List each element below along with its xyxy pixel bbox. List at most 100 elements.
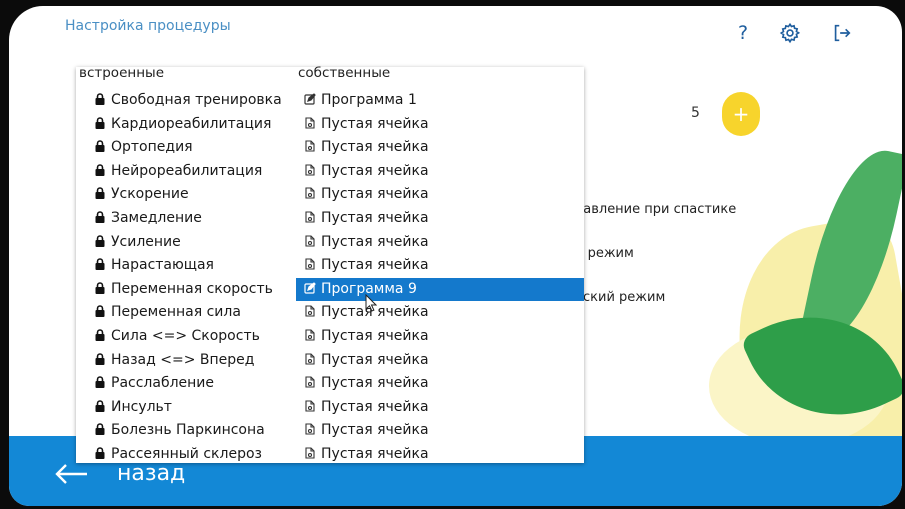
file-icon	[304, 164, 316, 176]
own-program-item[interactable]: Пустая ячейка	[296, 301, 584, 325]
builtin-program-item[interactable]: Ускорение	[86, 183, 296, 207]
lock-icon	[94, 187, 106, 200]
own-column-header: собственные	[298, 65, 391, 81]
device-frame: Настройка процедуры ? 5 + равление при с…	[0, 0, 905, 509]
mode-item[interactable]: еский режим	[575, 290, 665, 305]
builtin-program-label: Расслабление	[111, 375, 215, 392]
app-screen: Настройка процедуры ? 5 + равление при с…	[9, 6, 902, 506]
builtin-program-label: Замедление	[111, 209, 202, 226]
file-icon	[304, 400, 316, 412]
lock-icon	[94, 352, 106, 365]
file-icon	[304, 211, 316, 223]
file-icon	[304, 447, 316, 459]
builtin-program-label: Инсульт	[111, 398, 172, 415]
lock-icon	[94, 305, 106, 318]
builtin-program-item[interactable]: Нейрореабилитация	[86, 160, 296, 184]
file-icon	[304, 352, 316, 365]
own-program-item[interactable]: Пустая ячейка	[296, 207, 584, 231]
lock-icon	[94, 423, 106, 436]
lock-icon	[94, 281, 106, 294]
edit-icon	[304, 281, 316, 294]
builtin-program-label: Свободная тренировка	[111, 92, 282, 108]
file-icon	[304, 329, 316, 341]
builtin-program-label: Нейрореабилитация	[111, 162, 263, 179]
own-programs-list: Программа 1 Пустая ячейка Пустая ячейка Пус…	[296, 89, 584, 467]
file-icon	[304, 423, 316, 435]
lock-icon	[94, 164, 106, 176]
builtin-column-header: встроенные	[79, 65, 164, 81]
builtin-program-item[interactable]: Усиление	[86, 231, 296, 255]
own-program-item[interactable]: Пустая ячейка	[296, 231, 584, 255]
lock-icon	[94, 93, 106, 105]
file-icon	[304, 305, 316, 317]
own-program-item[interactable]: Пустая ячейка	[296, 113, 584, 137]
builtin-program-item[interactable]: Расслабление	[86, 372, 296, 396]
builtin-program-item[interactable]: Рассеянный склероз	[86, 443, 296, 467]
builtin-program-item[interactable]: Замедление	[86, 207, 296, 231]
lock-icon	[94, 211, 106, 223]
builtin-program-item[interactable]: Свободная тренировка	[86, 89, 296, 113]
own-program-item[interactable]: Пустая ячейка	[296, 349, 584, 373]
own-program-item[interactable]: Пустая ячейка	[296, 396, 584, 420]
builtin-program-item[interactable]: Переменная скорость	[86, 278, 296, 302]
builtin-program-label: Усиление	[111, 233, 181, 250]
builtin-programs-list: Свободная тренировка Кардиореабилитация Ор…	[86, 89, 296, 467]
own-program-item[interactable]: Пустая ячейка	[296, 419, 584, 443]
builtin-program-label: Назад <=> Вперед	[111, 351, 255, 368]
own-program-item[interactable]: Пустая ячейка	[296, 325, 584, 349]
file-icon	[304, 376, 316, 388]
own-program-item-selected[interactable]: Программа 9	[296, 277, 584, 302]
own-program-item[interactable]: Пустая ячейка	[296, 254, 584, 278]
file-icon	[304, 258, 316, 270]
own-program-label: Пустая ячейка	[321, 327, 429, 344]
own-program-label: Пустая ячейка	[321, 115, 429, 132]
back-arrow-icon[interactable]	[55, 463, 89, 485]
own-program-item[interactable]: Пустая ячейка	[296, 372, 584, 396]
lock-icon	[94, 116, 106, 129]
builtin-program-item[interactable]: Инсульт	[86, 396, 296, 420]
increment-button[interactable]: +	[722, 92, 760, 136]
own-program-item[interactable]: Пустая ячейка	[296, 183, 584, 207]
gear-icon[interactable]	[779, 22, 801, 44]
builtin-program-label: Переменная скорость	[111, 280, 273, 297]
lock-icon	[94, 234, 106, 247]
own-program-item[interactable]: Пустая ячейка	[296, 160, 584, 184]
builtin-program-label: Кардиореабилитация	[111, 115, 272, 132]
help-icon[interactable]: ?	[732, 22, 754, 44]
page-title: Настройка процедуры	[65, 18, 231, 34]
own-program-item[interactable]: Пустая ячейка	[296, 136, 584, 160]
builtin-program-label: Нарастающая	[111, 257, 214, 274]
builtin-program-item[interactable]: Назад <=> Вперед	[86, 349, 296, 373]
lock-icon	[94, 140, 106, 153]
lock-icon	[94, 329, 106, 341]
logout-icon[interactable]	[831, 22, 853, 44]
own-program-label: Пустая ячейка	[321, 139, 429, 156]
builtin-program-item[interactable]: Ортопедия	[86, 136, 296, 160]
own-program-item[interactable]: Пустая ячейка	[296, 443, 584, 467]
builtin-program-item[interactable]: Болезнь Паркинсона	[86, 419, 296, 443]
own-program-label: Пустая ячейка	[321, 233, 429, 250]
edit-icon	[304, 93, 316, 105]
builtin-program-item[interactable]: Сила <=> Скорость	[86, 325, 296, 349]
own-program-label: Пустая ячейка	[321, 186, 429, 203]
own-program-label: Пустая ячейка	[321, 375, 429, 392]
file-icon	[304, 117, 316, 129]
builtin-program-item[interactable]: Кардиореабилитация	[86, 113, 296, 137]
builtin-program-label: Переменная сила	[111, 304, 241, 321]
builtin-program-label: Сила <=> Скорость	[111, 327, 260, 344]
file-icon	[304, 235, 316, 247]
step-value: 5	[691, 105, 700, 121]
own-program-label: Пустая ячейка	[321, 398, 429, 415]
file-icon	[304, 140, 316, 152]
builtin-program-item[interactable]: Нарастающая	[86, 254, 296, 278]
builtin-program-item[interactable]: Переменная сила	[86, 301, 296, 325]
own-program-item[interactable]: Программа 1	[296, 89, 584, 113]
program-selector-dropdown: встроенные собственные Свободная трениро…	[76, 65, 584, 463]
own-program-label: Программа 1	[321, 92, 417, 108]
mode-item[interactable]: равление при спастике	[575, 202, 736, 217]
own-program-label: Пустая ячейка	[321, 445, 429, 462]
own-program-label: Пустая ячейка	[321, 351, 429, 368]
mouse-cursor-icon	[365, 294, 377, 312]
own-program-label: Пустая ячейка	[321, 209, 429, 226]
builtin-program-label: Ускорение	[111, 186, 189, 203]
